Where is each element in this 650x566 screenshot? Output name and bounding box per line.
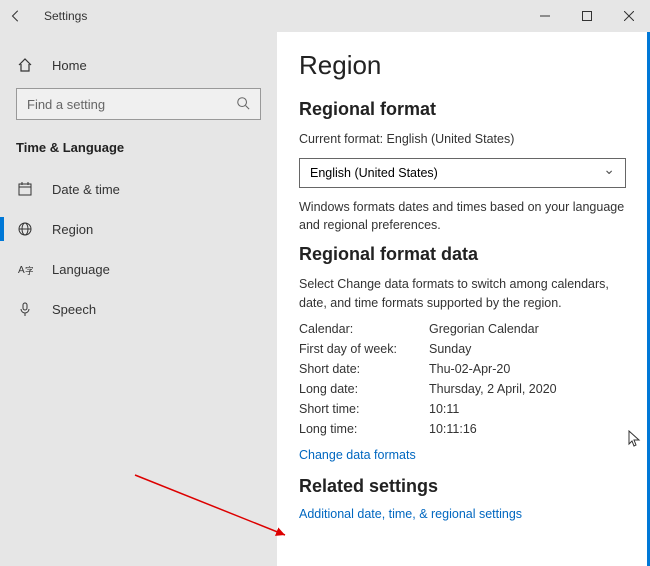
short-date-label: Short date: — [299, 362, 429, 376]
sidebar-item-language[interactable]: A字 Language — [0, 249, 277, 289]
format-note: Windows formats dates and times based on… — [299, 198, 626, 234]
svg-text:字: 字 — [25, 265, 33, 276]
sidebar-item-label: Language — [52, 262, 110, 277]
sidebar-category: Time & Language — [0, 132, 277, 169]
change-data-formats-link[interactable]: Change data formats — [299, 448, 626, 462]
current-format-label: Current format: English (United States) — [299, 130, 626, 148]
section-regional-format-data: Regional format data — [299, 244, 626, 265]
fdow-label: First day of week: — [299, 342, 429, 356]
sidebar-home-label: Home — [52, 58, 87, 73]
format-data-list: Calendar:Gregorian Calendar First day of… — [299, 322, 626, 436]
back-button[interactable] — [0, 0, 32, 32]
sidebar-item-speech[interactable]: Speech — [0, 289, 277, 329]
search-icon — [236, 96, 250, 113]
titlebar: Settings — [0, 0, 650, 32]
calendar-value: Gregorian Calendar — [429, 322, 626, 336]
long-date-label: Long date: — [299, 382, 429, 396]
page-title: Region — [299, 50, 626, 81]
search-placeholder: Find a setting — [27, 97, 105, 112]
sidebar-item-label: Region — [52, 222, 93, 237]
long-time-value: 10:11:16 — [429, 422, 626, 436]
maximize-button[interactable] — [566, 0, 608, 32]
sidebar-home[interactable]: Home — [0, 46, 277, 84]
sidebar-item-label: Date & time — [52, 182, 120, 197]
sidebar: Home Find a setting Time & Language Date… — [0, 32, 277, 566]
dropdown-value: English (United States) — [310, 166, 438, 180]
close-button[interactable] — [608, 0, 650, 32]
fdow-value: Sunday — [429, 342, 626, 356]
calendar-label: Calendar: — [299, 322, 429, 336]
short-time-value: 10:11 — [429, 402, 626, 416]
long-date-value: Thursday, 2 April, 2020 — [429, 382, 626, 396]
format-data-desc: Select Change data formats to switch amo… — [299, 275, 626, 311]
search-input[interactable]: Find a setting — [16, 88, 261, 120]
language-icon: A字 — [16, 261, 34, 277]
section-related-settings: Related settings — [299, 476, 626, 497]
window-title: Settings — [44, 9, 87, 23]
calendar-icon — [16, 181, 34, 197]
sidebar-item-label: Speech — [52, 302, 96, 317]
regional-format-dropdown[interactable]: English (United States) — [299, 158, 626, 188]
long-time-label: Long time: — [299, 422, 429, 436]
sidebar-item-date-time[interactable]: Date & time — [0, 169, 277, 209]
mouse-cursor-icon — [628, 430, 642, 451]
minimize-button[interactable] — [524, 0, 566, 32]
svg-text:A: A — [18, 265, 25, 276]
section-regional-format: Regional format — [299, 99, 626, 120]
home-icon — [16, 57, 34, 73]
short-time-label: Short time: — [299, 402, 429, 416]
content-pane: Region Regional format Current format: E… — [277, 32, 650, 566]
globe-icon — [16, 221, 34, 237]
short-date-value: Thu-02-Apr-20 — [429, 362, 626, 376]
additional-settings-link[interactable]: Additional date, time, & regional settin… — [299, 507, 626, 521]
microphone-icon — [16, 301, 34, 317]
sidebar-item-region[interactable]: Region — [0, 209, 277, 249]
